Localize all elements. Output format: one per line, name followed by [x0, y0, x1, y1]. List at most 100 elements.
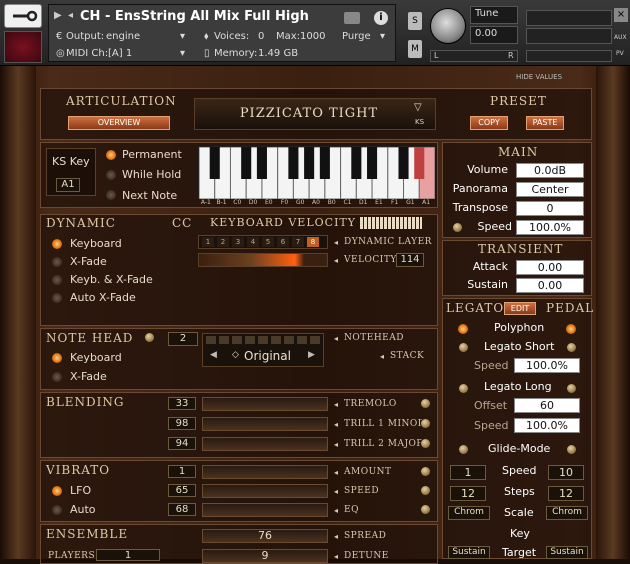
dynamic-option[interactable]: Keyb. & X-Fade — [70, 273, 153, 286]
camera-icon[interactable] — [344, 12, 360, 24]
glide-target-left[interactable]: Sustain — [448, 546, 490, 559]
dynamic-layer-cell[interactable]: 6 — [277, 237, 289, 247]
purge-menu[interactable]: Purge — [342, 31, 371, 42]
legato-short-knob-left[interactable] — [458, 342, 469, 353]
dynamic-layer-cell[interactable]: 8 — [307, 237, 319, 247]
dynamic-layer-cell[interactable]: 1 — [202, 237, 214, 247]
dynamic-layer-cell[interactable]: 4 — [247, 237, 259, 247]
vibrato-led[interactable] — [52, 505, 62, 515]
volume-fader[interactable] — [526, 50, 612, 62]
output-select[interactable]: engine — [106, 31, 140, 42]
solo-button[interactable]: S — [408, 12, 422, 30]
blending-slider[interactable] — [202, 397, 328, 411]
tune-value[interactable]: 0.00 — [470, 26, 518, 44]
legato-long-knob-right[interactable] — [566, 383, 577, 394]
ks-mode-permanent[interactable]: Permanent — [122, 148, 182, 161]
hide-values-button[interactable]: HIDE VALUES — [516, 73, 562, 81]
black-key[interactable] — [319, 147, 330, 179]
pan-slider[interactable] — [430, 50, 518, 62]
dynamic-option[interactable]: X-Fade — [70, 255, 107, 268]
polyphon-led-right[interactable] — [566, 324, 576, 334]
blending-value[interactable]: 33 — [168, 397, 196, 410]
long-speed-value[interactable]: 100.0% — [514, 418, 580, 433]
blending-value[interactable]: 94 — [168, 437, 196, 450]
blending-slider[interactable] — [202, 417, 328, 431]
keyswitch-keyboard[interactable] — [198, 146, 436, 200]
copy-button[interactable]: COPY — [470, 116, 508, 130]
ks-mode-nextnote-led[interactable] — [106, 190, 116, 200]
glide-scale-right[interactable]: Chrom — [546, 506, 588, 520]
instrument-title[interactable]: CH - EnsString All Mix Full High — [80, 9, 309, 24]
ks-key-value[interactable]: A1 — [56, 178, 80, 192]
black-key[interactable] — [351, 147, 362, 179]
black-key[interactable] — [367, 147, 378, 179]
glide-scale-left[interactable]: Chrom — [448, 506, 490, 520]
vibrato-knob[interactable] — [420, 466, 431, 477]
glide-knob-right[interactable] — [566, 444, 577, 455]
short-speed-value[interactable]: 100.0% — [514, 358, 580, 373]
info-icon[interactable]: i — [374, 11, 388, 25]
collapse-arrow-icon[interactable]: ▶ — [54, 10, 62, 21]
offset-value[interactable]: 60 — [514, 398, 580, 413]
vibrato-option[interactable]: LFO — [70, 484, 91, 497]
dynamic-layer-cell[interactable]: 3 — [232, 237, 244, 247]
volume-knob[interactable] — [430, 8, 466, 44]
notehead-count[interactable]: 2 — [168, 332, 198, 346]
keyboard-velocity-header[interactable]: KEYBOARD VELOCITY — [210, 216, 356, 229]
vibrato-slider[interactable] — [202, 503, 328, 517]
max-voices-value[interactable]: 1000 — [300, 31, 325, 42]
aux-button[interactable]: AUX — [614, 34, 627, 41]
overview-button[interactable]: OVERVIEW — [68, 116, 170, 130]
blending-value[interactable]: 98 — [168, 417, 196, 430]
chevron-down-icon[interactable]: ◂ — [68, 10, 73, 21]
dynamic-option-led[interactable] — [52, 239, 62, 249]
dynamic-option-led[interactable] — [52, 293, 62, 303]
black-key[interactable] — [241, 147, 252, 179]
triangle-down-icon[interactable]: ▽ — [414, 102, 422, 113]
legato-pedal-toggle[interactable]: PEDAL — [546, 301, 594, 315]
black-key[interactable] — [414, 147, 425, 179]
transient-param-value[interactable]: 0.00 — [516, 278, 584, 293]
main-param-value[interactable]: 0.0dB — [516, 163, 584, 178]
wrench-icon[interactable] — [4, 4, 42, 28]
close-icon[interactable]: × — [614, 8, 628, 22]
prev-arrow-icon[interactable]: ◀ — [210, 350, 217, 360]
glide-speed-left[interactable]: 1 — [450, 465, 486, 480]
black-key[interactable] — [256, 147, 267, 179]
dynamic-layer-cell[interactable]: 7 — [292, 237, 304, 247]
black-key[interactable] — [304, 147, 315, 179]
paste-button[interactable]: PASTE — [526, 116, 564, 130]
polyphon-led-left[interactable] — [458, 324, 468, 334]
vibrato-value[interactable]: 1 — [168, 465, 196, 478]
legato-short-knob-right[interactable] — [566, 342, 577, 353]
glide-knob-left[interactable] — [458, 444, 469, 455]
ks-mode-permanent-led[interactable] — [106, 150, 116, 160]
dynamic-option[interactable]: Auto X-Fade — [70, 291, 136, 304]
vibrato-value[interactable]: 65 — [168, 484, 196, 497]
vibrato-knob[interactable] — [420, 485, 431, 496]
vibrato-knob[interactable] — [420, 504, 431, 515]
legato-edit-button[interactable]: EDIT — [504, 302, 536, 315]
mute-button[interactable]: M — [408, 40, 422, 58]
main-param-value[interactable]: 0 — [516, 201, 584, 216]
glide-speed-right[interactable]: 10 — [548, 465, 584, 480]
dynamic-option[interactable]: Keyboard — [70, 237, 122, 250]
players-value[interactable]: 1 — [96, 549, 160, 561]
dynamic-option-led[interactable] — [52, 275, 62, 285]
vibrato-value[interactable]: 68 — [168, 503, 196, 516]
black-key[interactable] — [209, 147, 220, 179]
midi-channel-select[interactable]: [A] 1 — [108, 48, 132, 59]
glide-steps-left[interactable]: 12 — [450, 486, 486, 501]
purge-dropdown-icon[interactable]: ▾ — [380, 31, 385, 42]
vibrato-slider[interactable] — [202, 465, 328, 479]
notehead-knob[interactable] — [144, 332, 155, 343]
main-param-value[interactable]: Center — [516, 182, 584, 197]
vibrato-slider[interactable] — [202, 484, 328, 498]
notehead-keyboard-led[interactable] — [52, 353, 62, 363]
notehead-xfade[interactable]: X-Fade — [70, 370, 107, 383]
blending-slider[interactable] — [202, 437, 328, 451]
main-param-value[interactable]: 100.0% — [516, 220, 584, 235]
blending-knob[interactable] — [420, 438, 431, 449]
pv-button[interactable]: PV — [616, 50, 624, 57]
legato-long-knob-left[interactable] — [458, 383, 469, 394]
